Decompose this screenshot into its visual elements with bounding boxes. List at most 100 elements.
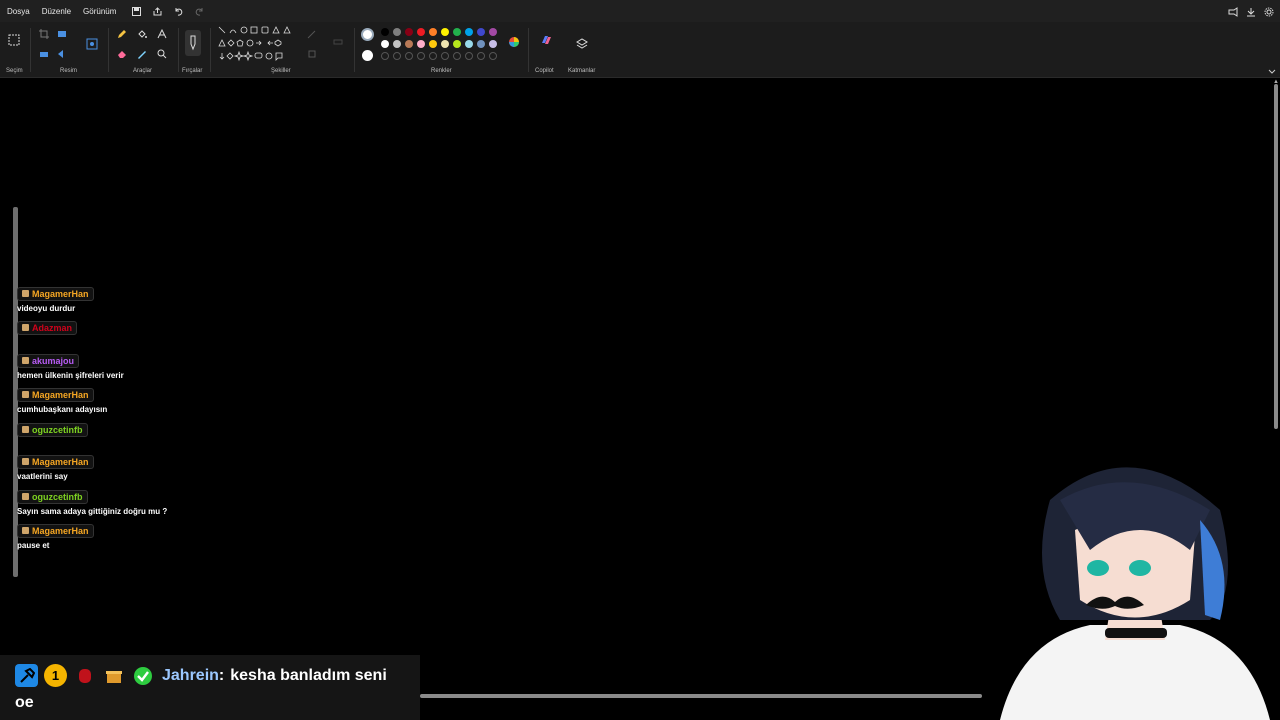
chat-username[interactable]: MagamerHan (17, 523, 94, 538)
save-icon[interactable] (131, 6, 142, 17)
palette-swatch[interactable] (453, 40, 461, 48)
palette-swatch[interactable] (477, 40, 485, 48)
menu-view[interactable]: Görünüm (83, 7, 116, 16)
chat-message-text: hemen ülkenin şifreleri verir (17, 371, 124, 380)
copilot-icon[interactable] (540, 34, 552, 46)
ribbon-toolbar: Seçim Resim Araçlar Fırçalar Şekiller Re… (0, 22, 1280, 78)
palette-swatch[interactable] (441, 40, 449, 48)
redo-icon[interactable] (194, 6, 205, 17)
palette-swatch[interactable] (465, 52, 473, 60)
palette-swatch[interactable] (417, 52, 425, 60)
palette-swatch[interactable] (477, 52, 485, 60)
image-select-icon[interactable] (86, 38, 98, 50)
divider (178, 28, 179, 72)
shape-fill-icon[interactable] (306, 48, 318, 60)
brushes-label: Fırçalar (182, 68, 203, 74)
palette-swatch[interactable] (417, 28, 425, 36)
chat-username-text: MagamerHan (32, 389, 89, 400)
chat-username[interactable]: Adazman (17, 320, 78, 335)
palette-swatch[interactable] (429, 28, 437, 36)
palette-swatch[interactable] (477, 28, 485, 36)
eraser-icon[interactable] (116, 48, 128, 60)
flip-icon[interactable] (56, 48, 68, 60)
shape-more-icon[interactable] (332, 36, 344, 48)
palette-swatch[interactable] (489, 40, 497, 48)
chat-message: akumajou hemen ülkenin şifreleri verir (17, 351, 124, 380)
magnifier-icon[interactable] (156, 48, 168, 60)
rotate-icon[interactable] (38, 48, 50, 60)
crop-icon[interactable] (38, 28, 50, 40)
palette-swatch[interactable] (429, 52, 437, 60)
horizontal-scrollbar[interactable] (420, 694, 982, 698)
colors-label: Renkler (431, 68, 452, 74)
shapes-label: Şekiller (271, 68, 291, 74)
color-picker-icon[interactable] (136, 48, 148, 60)
palette-swatch[interactable] (465, 28, 473, 36)
palette-swatch[interactable] (465, 40, 473, 48)
chat-username[interactable]: akumajou (17, 353, 80, 368)
layers-icon[interactable] (576, 38, 588, 50)
chat-username-text: MagamerHan (32, 288, 89, 299)
chat-message: oguzcetinfb Sayın sama adaya gittiğiniz d… (17, 487, 167, 516)
palette-swatch[interactable] (489, 52, 497, 60)
palette-swatch[interactable] (429, 40, 437, 48)
palette-swatch[interactable] (441, 28, 449, 36)
palette-swatch[interactable] (405, 52, 413, 60)
user-badge-icon (22, 527, 29, 534)
palette-swatch[interactable] (393, 40, 401, 48)
chat-username[interactable]: MagamerHan (17, 454, 94, 469)
undo-icon[interactable] (173, 6, 184, 17)
shape-outline-icon[interactable] (306, 28, 318, 40)
palette-swatch[interactable] (489, 28, 497, 36)
palette-swatch[interactable] (441, 52, 449, 60)
user-badge-icon (22, 458, 29, 465)
menu-bar: Dosya Düzenle Görünüm (0, 0, 1280, 22)
user-badge-icon (22, 391, 29, 398)
palette-swatch[interactable] (453, 52, 461, 60)
palette-swatch[interactable] (381, 52, 389, 60)
palette-swatch[interactable] (405, 40, 413, 48)
menu-file[interactable]: Dosya (7, 7, 30, 16)
divider (108, 28, 109, 72)
tools-label: Araçlar (133, 68, 153, 74)
shapes-gallery-icon[interactable] (218, 26, 308, 66)
resize-icon[interactable] (56, 28, 68, 40)
collapse-ribbon-chevron-icon[interactable] (1266, 66, 1278, 78)
chat-username[interactable]: oguzcetinfb (17, 422, 88, 437)
primary-color-swatch[interactable] (361, 28, 374, 41)
palette-swatch[interactable] (381, 28, 389, 36)
palette-swatch[interactable] (393, 28, 401, 36)
text-tool-icon[interactable] (156, 28, 168, 40)
chat-username[interactable]: MagamerHan (17, 286, 94, 301)
selection-label: Seçim (6, 68, 23, 74)
chat-message-text: videoyu durdur (17, 304, 76, 313)
menu-edit[interactable]: Düzenle (42, 7, 71, 16)
palette-swatch[interactable] (405, 28, 413, 36)
settings-gear-icon[interactable] (1264, 4, 1274, 22)
chat-username[interactable]: MagamerHan (17, 387, 94, 402)
edit-colors-icon[interactable] (508, 36, 520, 48)
palette-swatch[interactable] (417, 40, 425, 48)
secondary-color-swatch[interactable] (362, 50, 373, 61)
fill-bucket-icon[interactable] (136, 28, 148, 40)
vertical-scrollbar[interactable] (1274, 84, 1278, 429)
palette-swatch[interactable] (381, 40, 389, 48)
divider (30, 28, 31, 72)
feedback-icon[interactable] (1228, 4, 1238, 22)
user-badge-icon (22, 357, 29, 364)
share-icon[interactable] (152, 6, 163, 17)
download-icon[interactable] (1246, 4, 1256, 22)
chat-message: oguzcetinfb (17, 420, 88, 438)
pencil-icon[interactable] (116, 28, 128, 40)
brush-icon[interactable] (185, 30, 201, 56)
chat-username[interactable]: oguzcetinfb (17, 489, 88, 504)
chat-message-text: Sayın sama adaya gittiğiniz doğru mu ? (17, 507, 168, 516)
palette-swatch[interactable] (393, 52, 401, 60)
hammer-badge-icon (15, 664, 38, 687)
chat-message: MagamerHan cumhubaşkanı adayısın (17, 385, 107, 414)
image-label: Resim (60, 68, 78, 74)
divider (528, 28, 529, 72)
selection-rectangle-icon[interactable] (8, 34, 20, 46)
red-badge-icon (73, 664, 96, 687)
palette-swatch[interactable] (453, 28, 461, 36)
